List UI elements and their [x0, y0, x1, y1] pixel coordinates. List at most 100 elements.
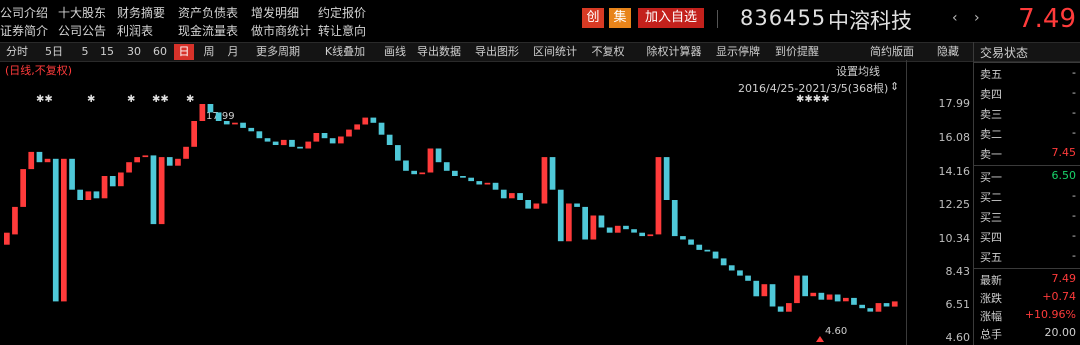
- menu-company-intro[interactable]: 公司介绍: [0, 4, 48, 21]
- candle: [549, 157, 556, 190]
- candle: [737, 270, 743, 276]
- y-tick: 6.51: [945, 298, 971, 311]
- ask-label: 卖一: [980, 148, 1002, 161]
- y-tick: 10.34: [938, 232, 971, 245]
- ji-badge: 集: [609, 8, 631, 28]
- event-markers: ✱: [127, 94, 135, 105]
- candle: [794, 275, 800, 304]
- hide-button[interactable]: 隐藏: [930, 44, 966, 60]
- tab-5min[interactable]: 5: [78, 44, 92, 60]
- tab-5day[interactable]: 5日: [40, 44, 68, 60]
- candle: [606, 227, 613, 233]
- y-tick: 14.16: [938, 165, 971, 178]
- candle: [851, 297, 857, 305]
- candle: [386, 134, 393, 145]
- stat-label: 涨跌: [980, 292, 1002, 305]
- menu-transfer-intent[interactable]: 转让意向: [318, 22, 366, 39]
- tab-30min[interactable]: 30: [124, 44, 144, 60]
- candle: [509, 193, 515, 199]
- tab-timeshare[interactable]: 分时: [2, 44, 32, 60]
- prev-stock-icon[interactable]: ‹: [952, 10, 958, 26]
- candle: [631, 229, 637, 233]
- ask-value: 7.45: [1051, 146, 1077, 159]
- candle: [663, 157, 670, 200]
- tab-60min[interactable]: 60: [150, 44, 170, 60]
- candle: [248, 127, 255, 132]
- export-chart-button[interactable]: 导出图形: [473, 44, 521, 60]
- menu-financial-summary[interactable]: 财务摘要: [117, 4, 165, 21]
- add-watchlist-button[interactable]: 加入自选: [638, 8, 704, 28]
- bid-row: 买三 -: [980, 207, 1076, 227]
- show-suspended-button[interactable]: 显示停牌: [713, 44, 763, 60]
- company-menu: 公司介绍 十大股东 财务摘要 资产负债表 增发明细 约定报价 证券简介 公司公告…: [0, 0, 400, 40]
- candle: [61, 158, 67, 302]
- bid-label: 买四: [980, 231, 1002, 244]
- ask-row: 卖三 -: [980, 104, 1076, 124]
- ask-value: -: [1072, 126, 1076, 139]
- next-stock-icon[interactable]: ›: [974, 10, 980, 26]
- candle: [191, 121, 197, 147]
- candle: [745, 275, 751, 281]
- candle: [272, 141, 279, 145]
- event-markers: ✱✱: [36, 94, 53, 105]
- candle: [370, 117, 377, 123]
- ex-rights-calculator-button[interactable]: 除权计算器: [644, 44, 704, 60]
- divider: [974, 62, 1080, 63]
- candle: [166, 157, 173, 166]
- candle: [305, 141, 312, 149]
- tab-15min[interactable]: 15: [97, 44, 117, 60]
- candle: [843, 297, 849, 302]
- candle: [810, 292, 817, 297]
- menu-top10-holders[interactable]: 十大股东: [58, 4, 106, 21]
- candle: [378, 122, 385, 135]
- more-periods-dropdown[interactable]: 更多周期: [249, 44, 307, 60]
- candle: [728, 265, 735, 271]
- compact-layout-button[interactable]: 简约版面: [867, 44, 917, 60]
- y-tick: 16.08: [938, 131, 971, 144]
- stat-row: 最新 7.49: [980, 270, 1076, 290]
- menu-issuance-details[interactable]: 增发明细: [251, 4, 299, 21]
- tab-daily[interactable]: 日: [174, 44, 194, 60]
- menu-balance-sheet[interactable]: 资产负债表: [178, 4, 238, 21]
- ask-value: -: [1072, 86, 1076, 99]
- menu-market-maker-stats[interactable]: 做市商统计: [251, 22, 311, 39]
- event-markers: ✱: [87, 94, 95, 105]
- candle: [232, 122, 238, 125]
- candle: [818, 292, 825, 300]
- kline-chart[interactable]: ✱✱ ✱ ✱ ✱✱ ✱ ✱✱✱✱ 17.99 4.60: [0, 60, 907, 345]
- candle: [761, 284, 768, 297]
- candle: [468, 177, 474, 182]
- candle: [142, 155, 149, 158]
- last-price: 7.49: [1018, 4, 1076, 34]
- menu-announcements[interactable]: 公司公告: [58, 22, 106, 39]
- tab-monthly[interactable]: 月: [225, 44, 241, 60]
- adjust-mode-dropdown[interactable]: 不复权: [588, 44, 628, 60]
- candle: [289, 139, 295, 147]
- draw-line-button[interactable]: 画线: [382, 44, 408, 60]
- candle: [476, 181, 483, 185]
- menu-agreed-quote[interactable]: 约定报价: [318, 4, 366, 21]
- candle: [826, 294, 833, 300]
- tab-weekly[interactable]: 周: [200, 44, 218, 60]
- menu-cash-flow[interactable]: 现金流量表: [178, 22, 238, 39]
- ask-value: -: [1072, 66, 1076, 79]
- candle: [280, 139, 287, 146]
- period-toolbar: 分时 5日 5 15 30 60 日 周 月 更多周期 K线叠加 画线 导出数据…: [0, 42, 1080, 62]
- ask-value: -: [1072, 106, 1076, 119]
- stock-header: 创 集 加入自选 836455 中溶科技 ‹ › 7.49: [582, 4, 1080, 34]
- candle: [598, 215, 605, 228]
- candle: [346, 129, 352, 137]
- stat-row: 总手 20.00: [980, 324, 1076, 344]
- export-data-button[interactable]: 导出数据: [415, 44, 463, 60]
- candle: [517, 193, 523, 200]
- bid-row: 买二 -: [980, 187, 1076, 207]
- candle: [777, 306, 784, 312]
- menu-income-statement[interactable]: 利润表: [117, 22, 153, 39]
- range-stats-button[interactable]: 区间统计: [530, 44, 580, 60]
- candle: [500, 189, 507, 199]
- price-alert-button[interactable]: 到价提醒: [772, 44, 822, 60]
- kline-overlay-dropdown[interactable]: K线叠加: [316, 44, 374, 60]
- bid-row: 买一 6.50: [980, 167, 1076, 187]
- candle: [207, 104, 214, 113]
- menu-security-intro[interactable]: 证券简介: [0, 22, 48, 39]
